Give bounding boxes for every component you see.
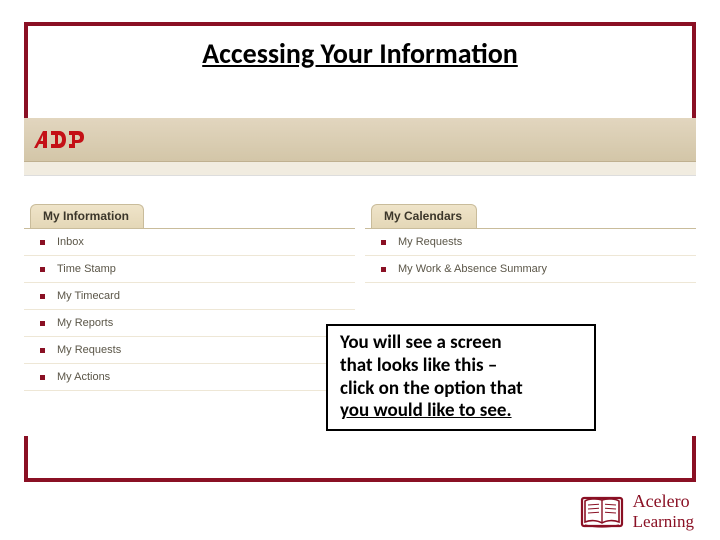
footer-brand-line2: Learning bbox=[633, 512, 694, 532]
adp-tabstrip bbox=[24, 162, 696, 176]
bullet-icon bbox=[40, 267, 45, 272]
bullet-icon bbox=[40, 240, 45, 245]
list-item-label: My Actions bbox=[57, 371, 110, 383]
bullet-icon bbox=[381, 267, 386, 272]
bullet-icon bbox=[40, 348, 45, 353]
panel-my-information: My Information Inbox Time Stamp My Timec… bbox=[24, 204, 355, 391]
list-item-label: Inbox bbox=[57, 236, 84, 248]
panel-header-my-calendars: My Calendars bbox=[371, 204, 477, 228]
list-item[interactable]: Inbox bbox=[24, 229, 355, 256]
footer-brand-text: Acelero Learning bbox=[633, 491, 694, 532]
list-item[interactable]: My Actions bbox=[24, 364, 355, 391]
bullet-icon bbox=[381, 240, 386, 245]
list-item-label: My Timecard bbox=[57, 290, 120, 302]
list-item[interactable]: My Requests bbox=[24, 337, 355, 364]
list-item-label: My Work & Absence Summary bbox=[398, 263, 547, 275]
bullet-icon bbox=[40, 375, 45, 380]
acelero-learning-logo: Acelero Learning bbox=[579, 491, 694, 532]
bullet-icon bbox=[40, 321, 45, 326]
slide-frame: Accessing Your Information My Informatio… bbox=[24, 22, 696, 482]
list-item[interactable]: My Work & Absence Summary bbox=[365, 256, 696, 283]
adp-logo bbox=[32, 128, 88, 152]
bullet-icon bbox=[40, 294, 45, 299]
list-item-label: My Reports bbox=[57, 317, 113, 329]
list-item[interactable]: My Reports bbox=[24, 310, 355, 337]
callout-line: that looks like this – bbox=[340, 354, 497, 377]
panel-header-my-information: My Information bbox=[30, 204, 144, 228]
book-icon bbox=[579, 492, 625, 532]
callout-line: you would like to see. bbox=[340, 399, 512, 422]
callout-line: click on the option that bbox=[340, 377, 523, 400]
list-item[interactable]: My Timecard bbox=[24, 283, 355, 310]
list-item-label: My Requests bbox=[398, 236, 462, 248]
panel-my-calendars: My Calendars My Requests My Work & Absen… bbox=[365, 204, 696, 283]
page-title: Accessing Your Information bbox=[28, 36, 692, 71]
adp-header-bar bbox=[24, 118, 696, 162]
callout-line: You will see a screen bbox=[340, 331, 502, 354]
footer-brand-line1: Acelero bbox=[633, 491, 694, 512]
list-item[interactable]: My Requests bbox=[365, 229, 696, 256]
list-item[interactable]: Time Stamp bbox=[24, 256, 355, 283]
list-item-label: Time Stamp bbox=[57, 263, 116, 275]
list-item-label: My Requests bbox=[57, 344, 121, 356]
instruction-callout: You will see a screen that looks like th… bbox=[326, 324, 596, 431]
